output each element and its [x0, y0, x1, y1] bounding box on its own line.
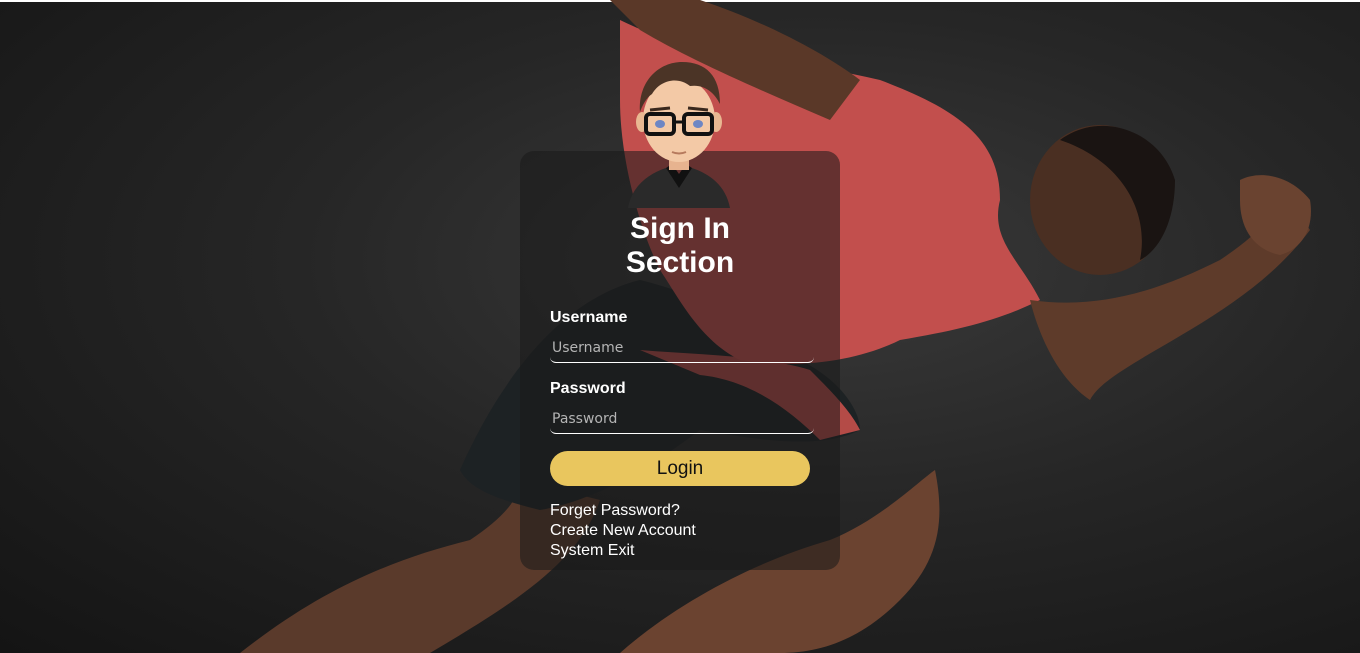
username-label: Username	[550, 309, 628, 326]
user-avatar-icon	[628, 62, 730, 208]
password-label: Password	[550, 380, 626, 397]
password-input[interactable]	[550, 404, 814, 434]
login-button[interactable]: Login	[550, 451, 810, 486]
title-line-1: Sign In	[630, 212, 730, 245]
login-page: Sign In Section Username Password Login …	[0, 0, 1360, 653]
system-exit-link[interactable]: System Exit	[550, 541, 696, 561]
auxiliary-links: Forget Password? Create New Account Syst…	[550, 501, 696, 561]
username-input[interactable]	[550, 333, 814, 363]
page-title: Sign In Section	[580, 212, 780, 280]
create-account-link[interactable]: Create New Account	[550, 521, 696, 541]
title-line-2: Section	[625, 246, 735, 279]
forget-password-link[interactable]: Forget Password?	[550, 501, 696, 521]
